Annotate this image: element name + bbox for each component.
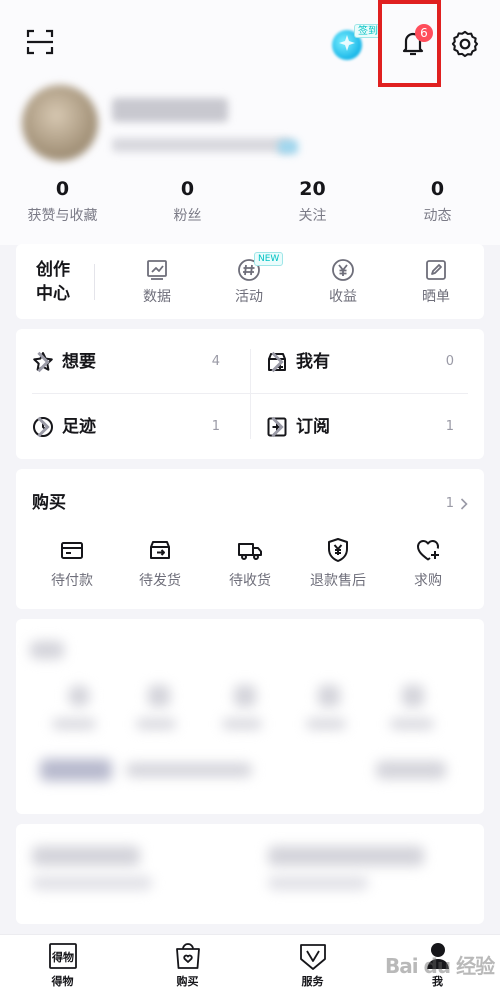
gear-icon[interactable] — [451, 30, 479, 58]
collection-label: 想要 — [62, 352, 96, 372]
tab-home[interactable]: 得物 得物 — [0, 935, 125, 993]
purchase-item-label: 待发货 — [139, 573, 181, 589]
user-id-blurred — [112, 138, 292, 152]
card-icon — [61, 542, 83, 559]
new-badge: NEW — [254, 252, 284, 266]
stat-following[interactable]: 20 关注 — [250, 176, 375, 236]
collection-label: 订阅 — [296, 417, 330, 437]
outbox-icon — [150, 541, 170, 559]
collection-count: 0 — [445, 354, 454, 369]
notification-button[interactable]: 6 — [378, 0, 441, 87]
tab-service[interactable]: 服务 — [250, 935, 375, 993]
tab-label: 服务 — [301, 975, 324, 988]
stat-fans[interactable]: 0 粉丝 — [125, 176, 250, 236]
avatar[interactable] — [22, 85, 98, 161]
creator-item-data[interactable]: 数据 — [122, 258, 192, 307]
chart-icon — [147, 260, 167, 280]
collection-count: 4 — [211, 354, 220, 369]
scan-icon[interactable] — [26, 28, 54, 56]
creator-item-showcase[interactable]: 晒单 — [401, 258, 471, 307]
purchase-item-pending-payment[interactable]: 待付款 — [32, 537, 112, 591]
creator-item-label: 数据 — [143, 289, 171, 305]
stat-value: 0 — [55, 178, 70, 200]
truck-icon — [238, 543, 262, 560]
tab-label: 得物 — [51, 975, 74, 988]
purchase-item-pending-receipt[interactable]: 待收货 — [210, 537, 290, 591]
collection-have[interactable]: 我有 0 — [250, 329, 484, 394]
copy-icon-blurred — [278, 140, 298, 154]
divider — [94, 264, 95, 300]
shield-yen-icon — [328, 538, 348, 562]
purchase-item-wanted[interactable]: 求购 — [388, 537, 468, 591]
creator-item-activity[interactable]: NEW 活动 — [214, 252, 284, 307]
purchase-item-label: 待收货 — [229, 573, 271, 589]
checkin-button[interactable]: 签到 — [330, 24, 382, 60]
creator-item-earnings[interactable]: 收益 — [308, 258, 378, 307]
stat-value: 20 — [299, 178, 326, 200]
bag-heart-icon — [175, 943, 200, 969]
shield-v-icon — [299, 944, 326, 970]
chevron-right-icon[interactable] — [460, 498, 468, 510]
collections-card: 想要 4 我有 0 足迹 1 订阅 1 — [16, 329, 484, 459]
tab-buy[interactable]: 购买 — [125, 935, 250, 993]
stat-value: 0 — [430, 178, 445, 200]
purchases-title[interactable]: 购买 — [32, 491, 66, 515]
svg-text:得物: 得物 — [51, 950, 74, 964]
home-logo-icon: 得物 — [48, 943, 77, 969]
collection-subscribe[interactable]: 订阅 1 — [250, 394, 484, 459]
purchase-item-label: 退款售后 — [310, 573, 366, 589]
creator-item-label: 活动 — [235, 289, 263, 305]
stat-likes[interactable]: 0 获赞与收藏 — [0, 176, 125, 236]
collection-history[interactable]: 足迹 1 — [16, 394, 250, 459]
stat-posts[interactable]: 0 动态 — [375, 176, 500, 236]
stat-label: 粉丝 — [173, 208, 202, 224]
chevron-right-icon — [271, 416, 284, 438]
creator-item-label: 收益 — [329, 289, 357, 305]
collection-label: 我有 — [296, 352, 330, 372]
collection-count: 1 — [445, 419, 454, 434]
stat-label: 获赞与收藏 — [27, 208, 98, 224]
chevron-right-icon — [271, 351, 284, 373]
yen-icon — [332, 259, 354, 281]
heart-plus-icon — [417, 540, 439, 561]
collection-wants[interactable]: 想要 4 — [16, 329, 250, 394]
notification-badge: 6 — [415, 24, 433, 42]
creator-item-label: 晒单 — [422, 289, 450, 305]
collection-label: 足迹 — [62, 417, 96, 437]
purchase-item-pending-shipment[interactable]: 待发货 — [120, 537, 200, 591]
blurred-section — [16, 824, 484, 924]
watermark: Bai du 经验 — [385, 954, 495, 978]
chevron-right-icon — [37, 416, 50, 438]
purchases-count[interactable]: 1 — [446, 493, 454, 515]
collection-count: 1 — [211, 419, 220, 434]
purchases-card: 购买 1 待付款 待发货 待收货 退款售后 求购 — [16, 469, 484, 609]
tab-label: 购买 — [176, 975, 199, 988]
purchase-item-refund[interactable]: 退款售后 — [298, 537, 378, 591]
profile-stats: 0 获赞与收藏 0 粉丝 20 关注 0 动态 — [0, 176, 500, 236]
creator-center-card: 创作中心 数据 NEW 活动 收益 晒单 — [16, 244, 484, 319]
creator-center-title[interactable]: 创作中心 — [36, 258, 76, 306]
stat-label: 关注 — [298, 208, 327, 224]
stat-value: 0 — [180, 178, 195, 200]
chevron-right-icon — [37, 351, 50, 373]
purchase-item-label: 待付款 — [51, 573, 93, 589]
stat-label: 动态 — [423, 208, 452, 224]
purchase-item-label: 求购 — [414, 573, 442, 589]
blurred-section — [16, 619, 484, 814]
edit-icon — [426, 260, 446, 280]
sparkle-icon — [339, 35, 355, 51]
username-blurred — [112, 98, 228, 122]
